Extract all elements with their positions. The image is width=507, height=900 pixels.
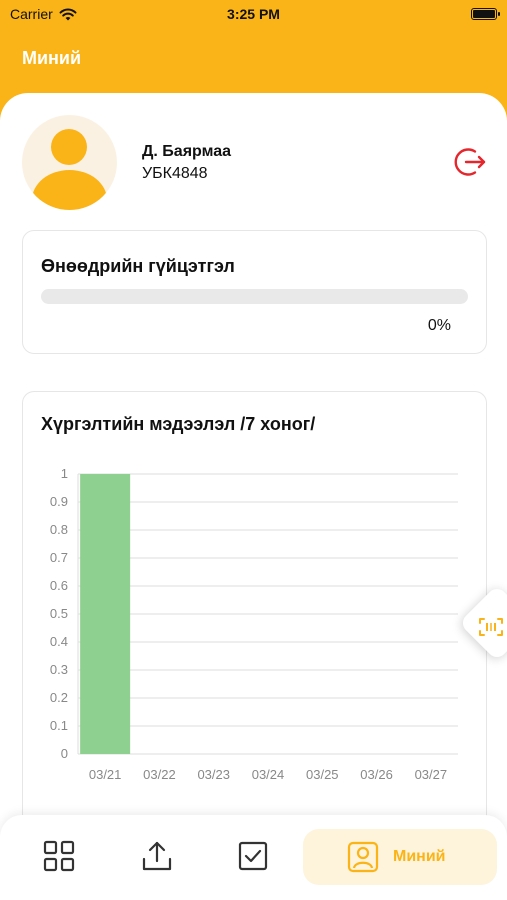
carrier-label: Carrier	[10, 6, 53, 22]
x-tick-label: 03/22	[143, 767, 176, 782]
delivery-chart: 0 0.1 0.2 0.3 0.4 0.5 0.6 0.7 0.8 0.9 1 03/21 03/22 0…	[50, 466, 458, 782]
nav-item-profile[interactable]: Миний	[303, 829, 497, 885]
y-tick-label: 0	[61, 746, 68, 761]
y-tick-label: 0.9	[50, 494, 68, 509]
page-title: Миний	[22, 48, 82, 68]
x-tick-label: 03/26	[360, 767, 393, 782]
checkbox-icon[interactable]	[236, 839, 270, 873]
progress-bar	[41, 289, 468, 304]
y-tick-label: 0.1	[50, 718, 68, 733]
scan-icon[interactable]	[478, 617, 504, 637]
bottom-nav: Миний	[0, 815, 507, 900]
daily-progress-card: Өнөөдрийн гүйцэтгэл 0%	[22, 230, 487, 354]
y-tick-label: 0.4	[50, 634, 68, 649]
delivery-chart-card: Хүргэлтийн мэдээлэл /7 хоног/ 0 0.1 0.2 0.3…	[22, 391, 487, 861]
x-tick-label: 03/25	[306, 767, 339, 782]
y-tick-label: 0.2	[50, 690, 68, 705]
y-tick-label: 0.3	[50, 662, 68, 677]
y-tick-label: 0.7	[50, 550, 68, 565]
x-tick-label: 03/27	[415, 767, 448, 782]
profile-section: Д. Баярмаа УБК4848	[22, 115, 487, 210]
y-tick-label: 0.6	[50, 578, 68, 593]
y-tick-label: 0.8	[50, 522, 68, 537]
avatar-body	[32, 170, 107, 210]
x-tick-label: 03/24	[252, 767, 285, 782]
progress-percent: 0%	[427, 317, 451, 334]
y-tick-label: 0.5	[50, 606, 68, 621]
user-code: УБК4848	[142, 165, 208, 182]
chart-bar	[80, 474, 131, 754]
user-name: Д. Баярмаа	[142, 143, 232, 160]
profile-icon	[347, 841, 379, 873]
x-tick-label: 03/21	[89, 767, 122, 782]
main-content: Д. Баярмаа УБК4848 Өнөөдрийн гүйцэтгэл 0…	[0, 93, 507, 900]
nav-item-profile-label: Миний	[393, 848, 446, 865]
grid-icon[interactable]	[42, 839, 76, 873]
upload-icon[interactable]	[140, 839, 174, 873]
y-tick-label: 1	[61, 466, 68, 481]
daily-progress-title: Өнөөдрийн гүйцэтгэл	[41, 256, 235, 276]
avatar-head	[51, 129, 87, 165]
logout-icon[interactable]	[453, 145, 487, 179]
avatar	[22, 115, 117, 210]
status-bar: Carrier 3:25 PM	[0, 0, 507, 28]
x-tick-label: 03/23	[197, 767, 230, 782]
wifi-icon	[59, 8, 77, 20]
battery-icon	[471, 8, 500, 20]
